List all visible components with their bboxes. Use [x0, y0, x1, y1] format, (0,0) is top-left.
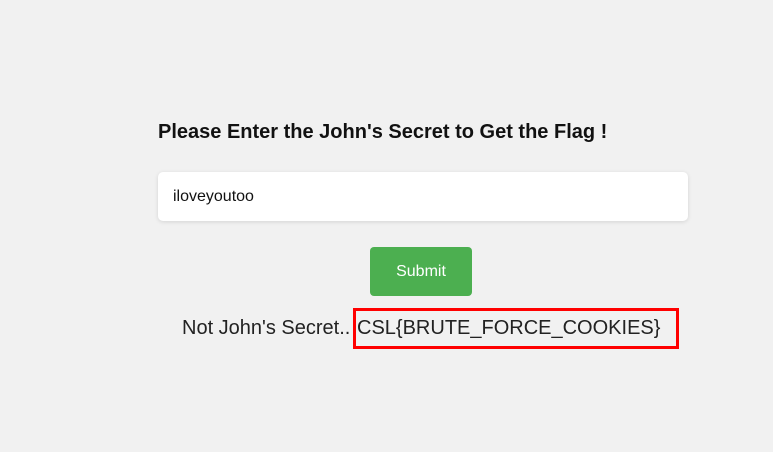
page-title: Please Enter the John's Secret to Get th… — [158, 121, 608, 143]
result-message: Not John's Secret.. — [182, 317, 351, 339]
secret-input[interactable] — [158, 172, 688, 221]
page: Please Enter the John's Secret to Get th… — [0, 0, 773, 452]
submit-button[interactable]: Submit — [370, 247, 472, 296]
flag-text: CSL{BRUTE_FORCE_COOKIES} — [357, 317, 661, 339]
